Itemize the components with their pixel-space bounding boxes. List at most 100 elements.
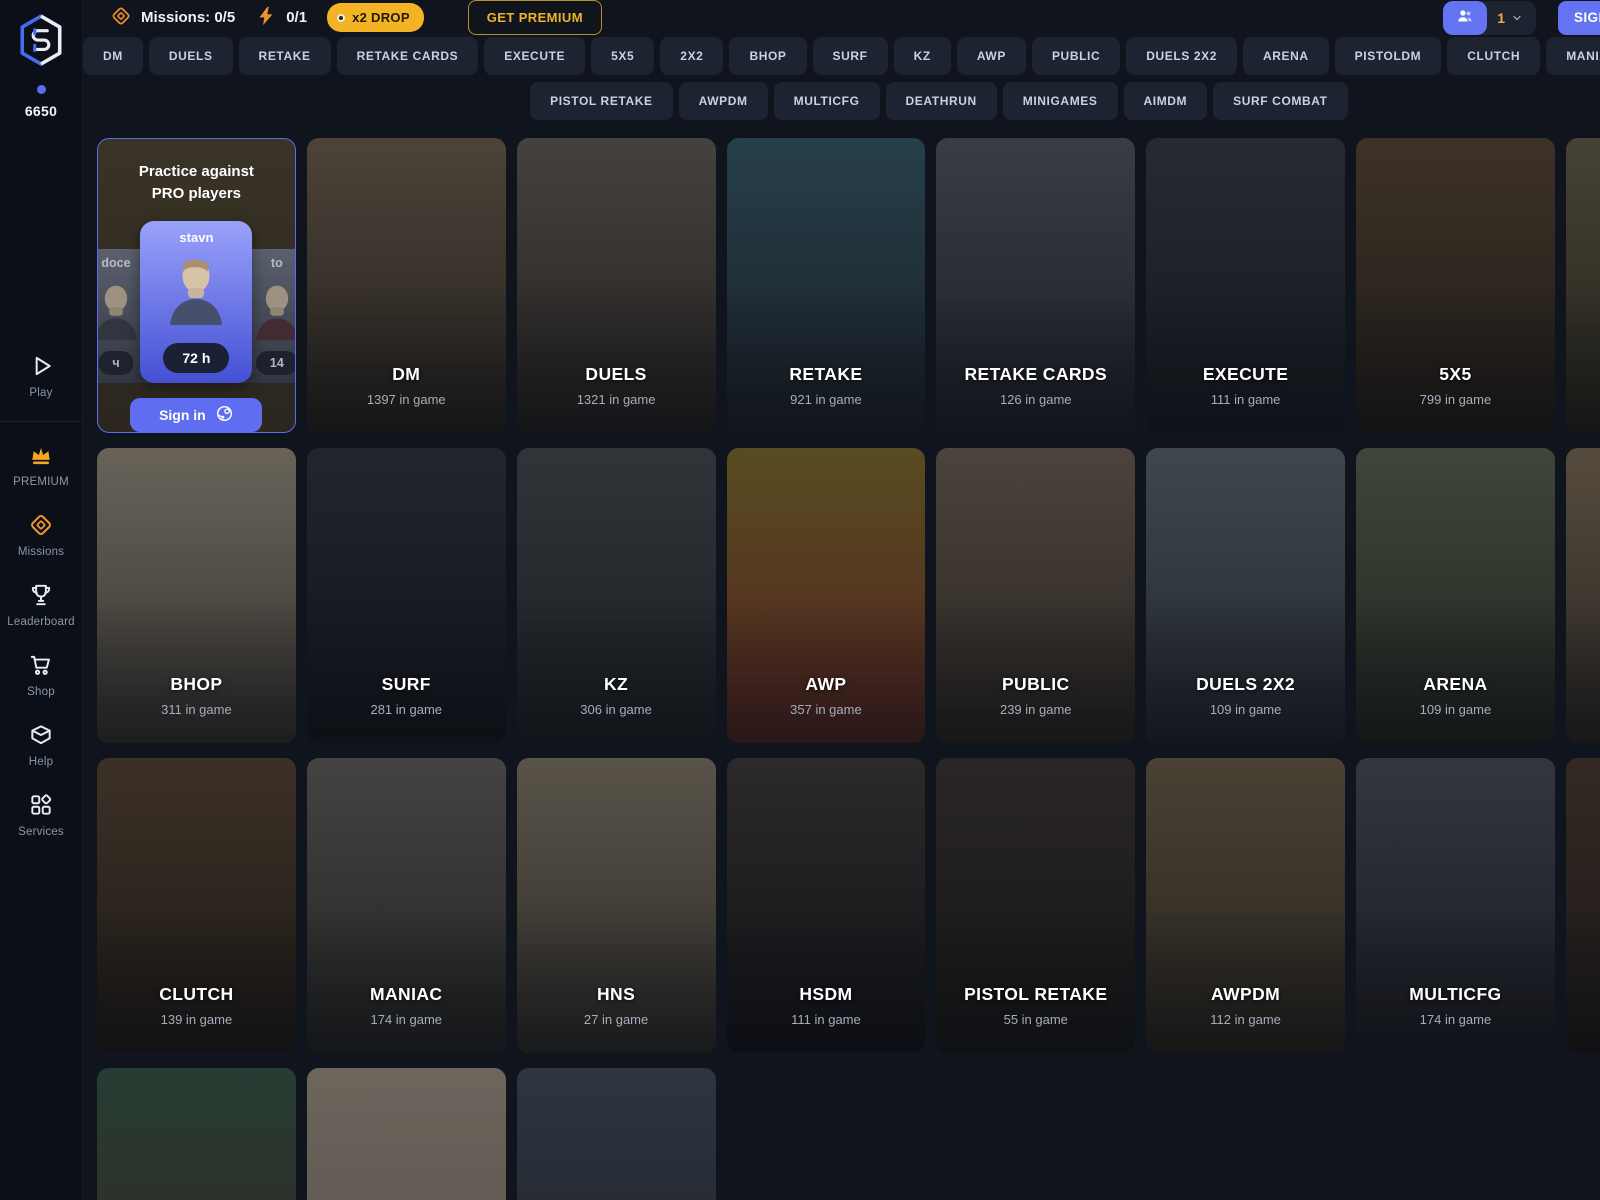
mode-card-title: HSDM: [727, 984, 926, 1005]
mode-card-retake[interactable]: RETAKE921 in game: [727, 138, 926, 433]
mode-card-meta: RETAKE CARDS126 in game: [936, 364, 1135, 407]
mode-card-player-count: 174 in game: [1356, 1012, 1555, 1027]
brand-logo-icon[interactable]: [16, 13, 66, 69]
sidebar-item-premium[interactable]: PREMIUM: [0, 430, 82, 500]
sidebar-item-missions[interactable]: Missions: [0, 500, 82, 570]
mode-card-meta: PISTOLDM182 in game: [1566, 674, 1600, 717]
mode-card-player-count: 109 in game: [1146, 702, 1345, 717]
filter-tab-maniac[interactable]: MANIAC: [1546, 37, 1600, 75]
filter-tab-execute[interactable]: EXECUTE: [484, 37, 585, 75]
mode-card-duels-2x2[interactable]: DUELS 2X2109 in game: [1146, 448, 1345, 743]
filter-tab-duels-2x2[interactable]: DUELS 2X2: [1126, 37, 1237, 75]
filter-tab-kz[interactable]: KZ: [894, 37, 951, 75]
steam-icon: [215, 404, 234, 426]
mode-card-title: SURF: [307, 674, 506, 695]
pro-players-promo-card[interactable]: Practice against PRO players doce ч stav…: [97, 138, 296, 433]
mode-card-meta: EXECUTE111 in game: [1146, 364, 1345, 407]
mode-card-deathrun[interactable]: DEATHRUN27 in game: [1566, 758, 1600, 1053]
online-selector[interactable]: 1: [1443, 1, 1536, 35]
mode-card-5x5[interactable]: 5X5799 in game: [1356, 138, 1555, 433]
mode-card-retake-cards[interactable]: RETAKE CARDS126 in game: [936, 138, 1135, 433]
filter-tab-2x2[interactable]: 2X2: [660, 37, 723, 75]
filter-tab-multicfg[interactable]: MULTICFG: [774, 82, 880, 120]
filter-tab-pistol-retake[interactable]: PISTOL RETAKE: [530, 82, 672, 120]
mode-card-title: AWP: [727, 674, 926, 695]
mode-card-meta: AWP357 in game: [727, 674, 926, 717]
chevron-down-icon: [1511, 12, 1523, 24]
sidebar-item-help[interactable]: Help: [0, 710, 82, 780]
mode-card-dm[interactable]: DM1397 in game: [307, 138, 506, 433]
sidebar-item-shop[interactable]: Shop: [0, 640, 82, 710]
sidebar-item-leaderboard[interactable]: Leaderboard: [0, 570, 82, 640]
mode-card-meta: DEATHRUN27 in game: [1566, 984, 1600, 1027]
filter-tab-5x5[interactable]: 5X5: [591, 37, 654, 75]
filter-tab-arena[interactable]: ARENA: [1243, 37, 1329, 75]
mode-card-execute[interactable]: EXECUTE111 in game: [1146, 138, 1345, 433]
mode-card-maniac[interactable]: MANIAC174 in game: [307, 758, 506, 1053]
mode-card-meta: PUBLIC239 in game: [936, 674, 1135, 717]
mode-card-title: RETAKE CARDS: [936, 364, 1135, 385]
mode-card-meta: BHOP311 in game: [97, 674, 296, 717]
mode-card-title: EXECUTE: [1146, 364, 1345, 385]
mode-card-title: MULTICFG: [1356, 984, 1555, 1005]
mode-card-awpdm[interactable]: AWPDM112 in game: [1146, 758, 1345, 1053]
promo-sign-in-button[interactable]: Sign in: [130, 398, 262, 432]
mode-card-partial[interactable]: [307, 1068, 506, 1200]
filter-tab-awp[interactable]: AWP: [957, 37, 1026, 75]
filter-tab-retake-cards[interactable]: RETAKE CARDS: [337, 37, 479, 75]
filter-tab-deathrun[interactable]: DEATHRUN: [886, 82, 997, 120]
mode-card-hns[interactable]: HNS27 in game: [517, 758, 716, 1053]
filter-tab-pistoldm[interactable]: PISTOLDM: [1335, 37, 1442, 75]
filter-tab-dm[interactable]: DM: [83, 37, 143, 75]
mode-card-bhop[interactable]: BHOP311 in game: [97, 448, 296, 743]
mode-card-pistoldm[interactable]: PISTOLDM182 in game: [1566, 448, 1600, 743]
filter-tab-duels[interactable]: DUELS: [149, 37, 233, 75]
sidebar-item-play[interactable]: Play: [0, 341, 82, 422]
mode-card-kz[interactable]: KZ306 in game: [517, 448, 716, 743]
filter-tab-awpdm[interactable]: AWPDM: [679, 82, 768, 120]
mode-card-2x2[interactable]: 2X2227 in game: [1566, 138, 1600, 433]
mode-card-player-count: 109 in game: [1356, 702, 1555, 717]
mode-card-player-count: 281 in game: [307, 702, 506, 717]
pro-player-hours-badge: 14: [256, 351, 296, 375]
online-count: 1: [1497, 10, 1505, 26]
pro-player-photo: [160, 250, 232, 331]
filter-tab-clutch[interactable]: CLUTCH: [1447, 37, 1540, 75]
mode-card-surf[interactable]: SURF 281 in game: [307, 448, 506, 743]
sign-in-steam-button[interactable]: SIGN IN WITH STEAM: [1558, 1, 1600, 35]
sidebar-item-label: Services: [18, 826, 64, 838]
missions-progress[interactable]: Missions: 0/5: [110, 5, 235, 31]
bonus-progress[interactable]: 0/1: [255, 5, 307, 31]
mode-card-player-count: 306 in game: [517, 702, 716, 717]
mode-card-partial[interactable]: [517, 1068, 716, 1200]
filter-tab-retake[interactable]: RETAKE: [239, 37, 331, 75]
mode-card-title: 5X5: [1356, 364, 1555, 385]
mode-card-hsdm[interactable]: HSDM111 in game: [727, 758, 926, 1053]
mode-card-clutch[interactable]: CLUTCH139 in game: [97, 758, 296, 1053]
mode-card-awp[interactable]: AWP357 in game: [727, 448, 926, 743]
filter-tabs-row-2: PISTOL RETAKEAWPDMMULTICFGDEATHRUNMINIGA…: [83, 82, 1600, 120]
mode-card-duels[interactable]: DUELS1321 in game: [517, 138, 716, 433]
mode-card-public[interactable]: PUBLIC239 in game: [936, 448, 1135, 743]
mode-card-partial[interactable]: [97, 1068, 296, 1200]
filter-tab-public[interactable]: PUBLIC: [1032, 37, 1120, 75]
filter-tab-bhop[interactable]: BHOP: [729, 37, 806, 75]
filter-tab-surf[interactable]: SURF: [813, 37, 888, 75]
filter-tab-surf-combat[interactable]: SURF COMBAT: [1213, 82, 1347, 120]
missions-diamond-icon: [28, 512, 54, 538]
pro-player-name: doce: [101, 256, 130, 270]
mode-card-pistol-retake[interactable]: PISTOL RETAKE55 in game: [936, 758, 1135, 1053]
sidebar-item-label: Help: [29, 756, 53, 768]
players-button[interactable]: [1443, 1, 1487, 35]
filter-tab-minigames[interactable]: MINIGAMES: [1003, 82, 1118, 120]
mode-card-meta: DUELS1321 in game: [517, 364, 716, 407]
filter-tab-aimdm[interactable]: AIMDM: [1124, 82, 1208, 120]
sidebar-item-services[interactable]: Services: [0, 780, 82, 850]
mode-card-title: ARENA: [1356, 674, 1555, 695]
mode-card-arena[interactable]: ARENA 109 in game: [1356, 448, 1555, 743]
x2-drop-badge[interactable]: x2 DROP: [327, 3, 424, 32]
mode-card-multicfg[interactable]: MULTICFG 174 in game: [1356, 758, 1555, 1053]
get-premium-button[interactable]: GET PREMIUM: [468, 0, 602, 35]
topbar-left: Missions: 0/5 0/1 x2 DROP GET PREMIUM: [110, 0, 602, 35]
sidebar-item-label: Leaderboard: [7, 616, 74, 628]
